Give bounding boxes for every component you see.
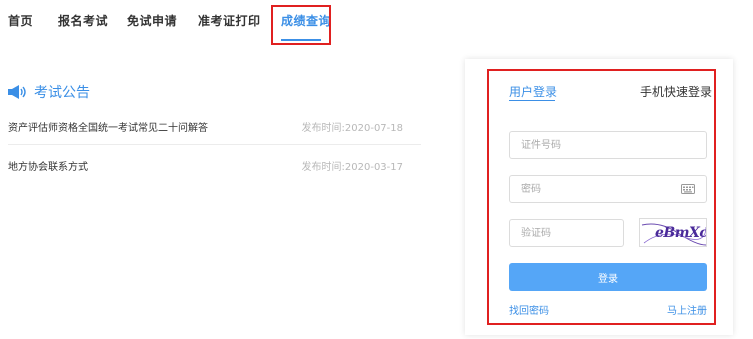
tab-active-underline xyxy=(509,100,555,101)
nav-highlight-box xyxy=(271,5,331,45)
megaphone-icon xyxy=(8,85,26,99)
captcha-image[interactable]: eBmXc xyxy=(639,218,707,247)
announcement-link[interactable]: 地方协会联系方式 xyxy=(8,158,88,173)
captcha-text: eBmXc xyxy=(655,225,707,241)
register-link[interactable]: 马上注册 xyxy=(667,302,707,317)
password-input[interactable] xyxy=(509,175,707,203)
announcements-header: 考试公告 xyxy=(8,82,90,102)
nav-item-register-exam[interactable]: 报名考试 xyxy=(58,12,108,29)
tab-mobile-login[interactable]: 手机快速登录 xyxy=(640,83,712,100)
nav-item-admission-ticket[interactable]: 准考证打印 xyxy=(198,12,261,29)
nav-item-exemption[interactable]: 免试申请 xyxy=(127,12,177,29)
top-nav: 首页 报名考试 免试申请 准考证打印 成绩查询 xyxy=(0,0,753,50)
divider xyxy=(8,144,421,145)
announcement-date: 发布时间:2020-03-17 xyxy=(301,162,403,173)
list-item: 地方协会联系方式 发布时间:2020-03-17 xyxy=(8,158,421,178)
announcement-link[interactable]: 资产评估师资格全国统一考试常见二十问解答 xyxy=(8,119,208,134)
captcha-input[interactable] xyxy=(509,219,624,247)
announcement-date: 发布时间:2020-07-18 xyxy=(301,123,403,134)
announcements-title: 考试公告 xyxy=(34,85,90,101)
forgot-password-link[interactable]: 找回密码 xyxy=(509,302,549,317)
id-number-input[interactable] xyxy=(509,131,707,159)
keyboard-icon[interactable] xyxy=(681,184,695,194)
login-button[interactable]: 登录 xyxy=(509,263,707,291)
list-item: 资产评估师资格全国统一考试常见二十问解答 发布时间:2020-07-18 xyxy=(8,119,421,139)
nav-item-home[interactable]: 首页 xyxy=(8,12,33,29)
tab-user-login[interactable]: 用户登录 xyxy=(509,83,557,100)
